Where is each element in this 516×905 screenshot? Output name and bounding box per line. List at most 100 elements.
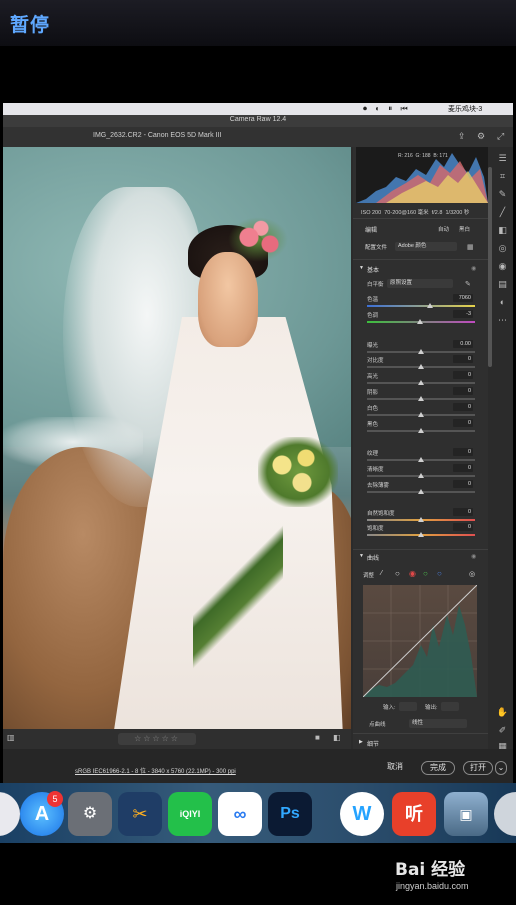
whites-slider[interactable] (367, 412, 475, 417)
tone-curve-graph[interactable] (363, 585, 477, 697)
ting-icon[interactable]: 听 (392, 792, 436, 836)
baidu-netdisk-icon[interactable]: ∞ (218, 792, 262, 836)
preview-icon[interactable]: ▣ (444, 792, 488, 836)
output-field[interactable] (441, 702, 459, 711)
presets-icon[interactable]: ◐ (496, 297, 509, 307)
blue-channel-icon[interactable]: ○ (437, 569, 442, 578)
texture-value[interactable]: 0 (453, 448, 473, 456)
contrast-slider[interactable] (367, 364, 475, 369)
brush-icon[interactable]: ╱ (496, 207, 509, 218)
cancel-button[interactable]: 取消 (379, 761, 411, 775)
snapshots-icon[interactable]: ▤ (496, 279, 509, 290)
vibrance-value[interactable]: 0 (453, 508, 473, 516)
highlights-slider-thumb[interactable] (418, 380, 424, 385)
highlights-value[interactable]: 0 (453, 371, 473, 379)
input-field[interactable] (399, 702, 417, 711)
workflow-options-link[interactable]: sRGB IEC61966-2.1 - 8 位 - 3840 x 5760 (2… (75, 766, 236, 775)
compare-icon[interactable]: ◧ (333, 733, 341, 742)
iqiyi-icon[interactable]: iQIYI (168, 792, 212, 836)
app-store-badge: 5 (47, 791, 63, 807)
vibrance-slider-thumb[interactable] (418, 517, 424, 522)
saturation-slider-thumb[interactable] (418, 532, 424, 537)
gradient-icon[interactable]: ◧ (496, 225, 509, 236)
baidu-watermark-url: jingyan.baidu.com (396, 881, 469, 891)
highlights-slider[interactable] (367, 380, 475, 385)
tint-slider[interactable] (367, 319, 475, 324)
texture-slider-thumb[interactable] (418, 457, 424, 462)
temp-value[interactable]: 7060 (453, 294, 473, 302)
done-button[interactable]: 完成 (421, 761, 455, 775)
blacks-slider[interactable] (367, 428, 475, 433)
dehaze-slider[interactable] (367, 489, 475, 494)
hand-icon[interactable]: ✋ (496, 707, 509, 718)
edit-title: 编辑 (365, 228, 378, 234)
clarity-value[interactable]: 0 (453, 464, 473, 472)
crop-icon[interactable]: ⌗ (496, 171, 509, 182)
whites-slider-thumb[interactable] (418, 412, 424, 417)
contrast-slider-thumb[interactable] (418, 364, 424, 369)
recording-controls[interactable]: ⏺ ◐ ⏸ ⏮ (363, 104, 411, 114)
eye-icon[interactable]: ◉ (471, 553, 476, 560)
rgb-channel-icon[interactable]: ○ (395, 569, 400, 578)
shadows-slider[interactable] (367, 396, 475, 401)
app-title: Camera Raw 12.4 (229, 116, 287, 123)
bw-button[interactable]: 黑白 (459, 225, 470, 233)
finder-partial-icon[interactable] (0, 792, 20, 836)
clarity-slider-thumb[interactable] (418, 473, 424, 478)
input-label: 输入: (383, 705, 396, 711)
clarity-slider[interactable] (367, 473, 475, 478)
view-mode-icon[interactable]: ■ (315, 733, 320, 742)
histogram-readout: R: 216 G: 188 B: 171 (398, 153, 448, 159)
shadows-value[interactable]: 0 (453, 387, 473, 395)
open-options-chevron-icon[interactable]: ⌄ (495, 761, 507, 775)
sampler-icon[interactable]: ✐ (496, 725, 509, 736)
wps-icon[interactable]: W (340, 792, 384, 836)
wb-select[interactable]: 原照设置 (387, 279, 453, 288)
blacks-value[interactable]: 0 (453, 419, 473, 427)
temp-slider[interactable] (367, 303, 475, 308)
open-button[interactable]: 打开 (463, 761, 493, 775)
save-icon[interactable]: ⇪ (458, 131, 466, 142)
tint-slider-thumb[interactable] (416, 319, 423, 324)
texture-slider[interactable] (367, 457, 475, 462)
edit-sliders-icon[interactable]: ☰ (496, 153, 509, 164)
shadows-slider-thumb[interactable] (418, 396, 424, 401)
profile-select[interactable]: Adobe 颜色 (395, 242, 457, 251)
dehaze-slider-thumb[interactable] (418, 489, 424, 494)
point-curve-select[interactable]: 线性 (409, 719, 467, 728)
contrast-value[interactable]: 0 (453, 355, 473, 363)
whites-value[interactable]: 0 (453, 403, 473, 411)
gear-icon[interactable]: ⚙ (477, 131, 485, 142)
target-adjust-icon[interactable]: ◎ (469, 570, 475, 578)
saturation-slider[interactable] (367, 532, 475, 537)
photo-stems (193, 507, 283, 687)
exposure-slider-thumb[interactable] (418, 349, 424, 354)
fullscreen-icon[interactable]: ⤢ (497, 131, 504, 142)
vibrance-slider[interactable] (367, 517, 475, 522)
tint-value[interactable]: -3 (453, 310, 473, 318)
screenshot-tool-icon[interactable]: ✂ (118, 792, 162, 836)
saturation-value[interactable]: 0 (453, 523, 473, 531)
more-icon[interactable]: ⋯ (496, 315, 509, 326)
system-preferences-icon[interactable]: ⚙ (68, 792, 112, 836)
green-channel-icon[interactable]: ○ (423, 569, 428, 578)
partial-dock-icon[interactable] (494, 792, 516, 836)
photoshop-icon[interactable]: Ps (268, 792, 312, 836)
eyedropper-icon[interactable]: ✎ (465, 280, 471, 288)
auto-button[interactable]: 自动 (438, 225, 449, 233)
radial-icon[interactable]: ◎ (496, 243, 509, 254)
blacks-slider-thumb[interactable] (418, 428, 424, 433)
exposure-value[interactable]: 0.00 (453, 340, 473, 348)
exposure-slider[interactable] (367, 349, 475, 354)
filmstrip-icon[interactable]: ▥ (7, 733, 15, 742)
redeye-icon[interactable]: ◉ (496, 261, 509, 272)
spot-heal-icon[interactable]: ✎ (496, 189, 509, 200)
eye-icon[interactable]: ◉ (471, 265, 476, 272)
star-rating[interactable]: ☆☆☆☆☆ (118, 733, 196, 745)
temp-slider-thumb[interactable] (426, 303, 433, 308)
parametric-curve-icon[interactable]: ⁄ (381, 570, 382, 577)
red-channel-icon[interactable]: ◉ (409, 569, 416, 578)
dehaze-value[interactable]: 0 (453, 480, 473, 488)
profile-browser-icon[interactable]: ▦ (467, 243, 474, 251)
image-preview[interactable] (3, 147, 351, 729)
